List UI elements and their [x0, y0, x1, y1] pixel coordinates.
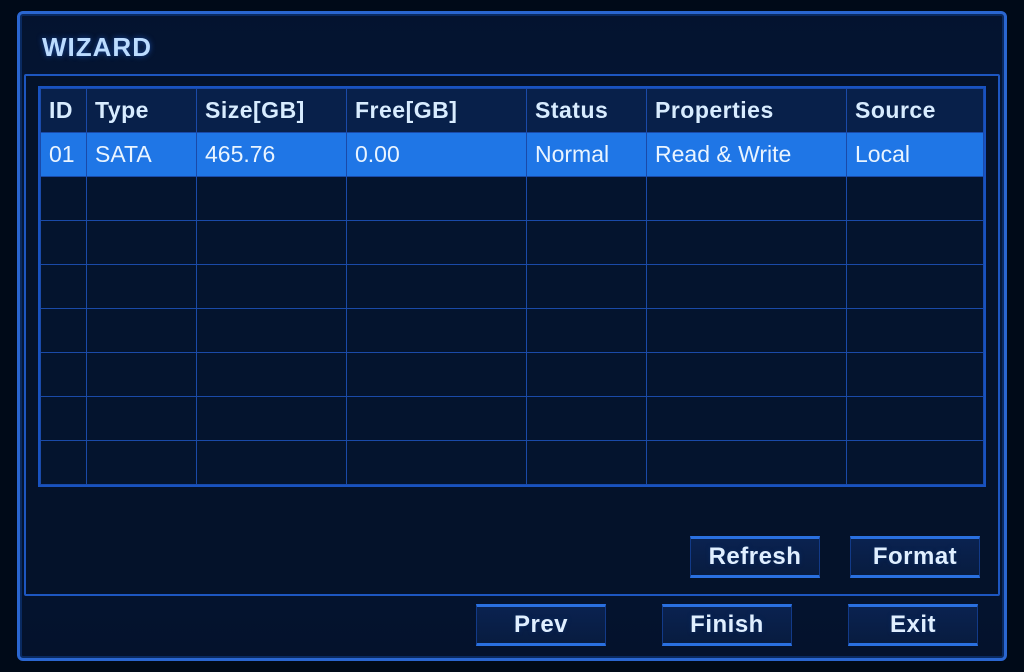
cell-empty: .	[847, 177, 984, 221]
cell-empty: .	[347, 309, 527, 353]
table-row[interactable]: .......	[41, 221, 984, 265]
exit-button[interactable]: Exit	[848, 604, 978, 646]
cell-empty: .	[527, 265, 647, 309]
cell-source: Local	[847, 133, 984, 177]
cell-empty: .	[847, 309, 984, 353]
table-actions: Refresh Format	[38, 518, 986, 584]
cell-empty: .	[647, 441, 847, 485]
col-type: Type	[87, 89, 197, 133]
table-row[interactable]: .......	[41, 177, 984, 221]
cell-empty: .	[647, 309, 847, 353]
dialog-footer: Prev Finish Exit	[24, 596, 1000, 654]
finish-button[interactable]: Finish	[662, 604, 792, 646]
cell-empty: .	[527, 353, 647, 397]
cell-empty: .	[847, 353, 984, 397]
cell-empty: .	[647, 397, 847, 441]
cell-empty: .	[347, 265, 527, 309]
cell-empty: .	[647, 221, 847, 265]
dialog-title: WIZARD	[24, 18, 1000, 74]
cell-empty: .	[197, 353, 347, 397]
cell-empty: .	[41, 177, 87, 221]
wizard-dialog: WIZARD ID Type Size[GB] Free[GB] Status …	[17, 11, 1007, 661]
disk-table-wrap: ID Type Size[GB] Free[GB] Status Propert…	[38, 86, 986, 487]
cell-empty: .	[87, 177, 197, 221]
cell-empty: .	[647, 353, 847, 397]
table-row[interactable]: .......	[41, 265, 984, 309]
table-row[interactable]: .......	[41, 309, 984, 353]
cell-empty: .	[527, 177, 647, 221]
col-status: Status	[527, 89, 647, 133]
cell-status: Normal	[527, 133, 647, 177]
col-source: Source	[847, 89, 984, 133]
cell-empty: .	[41, 265, 87, 309]
cell-empty: .	[527, 397, 647, 441]
col-free: Free[GB]	[347, 89, 527, 133]
cell-type: SATA	[87, 133, 197, 177]
cell-empty: .	[847, 265, 984, 309]
cell-empty: .	[41, 221, 87, 265]
cell-empty: .	[647, 177, 847, 221]
cell-id: 01	[41, 133, 87, 177]
cell-empty: .	[87, 353, 197, 397]
refresh-button[interactable]: Refresh	[690, 536, 820, 578]
table-header-row: ID Type Size[GB] Free[GB] Status Propert…	[41, 89, 984, 133]
col-properties: Properties	[647, 89, 847, 133]
disk-table: ID Type Size[GB] Free[GB] Status Propert…	[40, 88, 984, 485]
cell-properties: Read & Write	[647, 133, 847, 177]
table-row[interactable]: .......	[41, 353, 984, 397]
cell-empty: .	[41, 441, 87, 485]
format-button[interactable]: Format	[850, 536, 980, 578]
cell-empty: .	[347, 353, 527, 397]
cell-empty: .	[41, 397, 87, 441]
table-body: 01SATA465.760.00NormalRead & WriteLocal.…	[41, 133, 984, 485]
cell-empty: .	[847, 397, 984, 441]
cell-empty: .	[847, 441, 984, 485]
cell-empty: .	[527, 309, 647, 353]
cell-empty: .	[197, 441, 347, 485]
cell-empty: .	[41, 353, 87, 397]
cell-empty: .	[197, 265, 347, 309]
cell-empty: .	[847, 221, 984, 265]
cell-empty: .	[347, 177, 527, 221]
cell-empty: .	[197, 221, 347, 265]
cell-empty: .	[87, 265, 197, 309]
prev-button[interactable]: Prev	[476, 604, 606, 646]
cell-free: 0.00	[347, 133, 527, 177]
cell-empty: .	[87, 397, 197, 441]
cell-empty: .	[87, 221, 197, 265]
cell-empty: .	[41, 309, 87, 353]
table-row[interactable]: 01SATA465.760.00NormalRead & WriteLocal	[41, 133, 984, 177]
cell-empty: .	[347, 221, 527, 265]
cell-empty: .	[527, 441, 647, 485]
cell-empty: .	[347, 397, 527, 441]
cell-empty: .	[347, 441, 527, 485]
cell-empty: .	[197, 309, 347, 353]
cell-empty: .	[87, 309, 197, 353]
col-id: ID	[41, 89, 87, 133]
dialog-body: ID Type Size[GB] Free[GB] Status Propert…	[24, 74, 1000, 596]
col-size: Size[GB]	[197, 89, 347, 133]
cell-size: 465.76	[197, 133, 347, 177]
cell-empty: .	[87, 441, 197, 485]
cell-empty: .	[527, 221, 647, 265]
cell-empty: .	[197, 397, 347, 441]
cell-empty: .	[197, 177, 347, 221]
table-row[interactable]: .......	[41, 397, 984, 441]
table-row[interactable]: .......	[41, 441, 984, 485]
cell-empty: .	[647, 265, 847, 309]
